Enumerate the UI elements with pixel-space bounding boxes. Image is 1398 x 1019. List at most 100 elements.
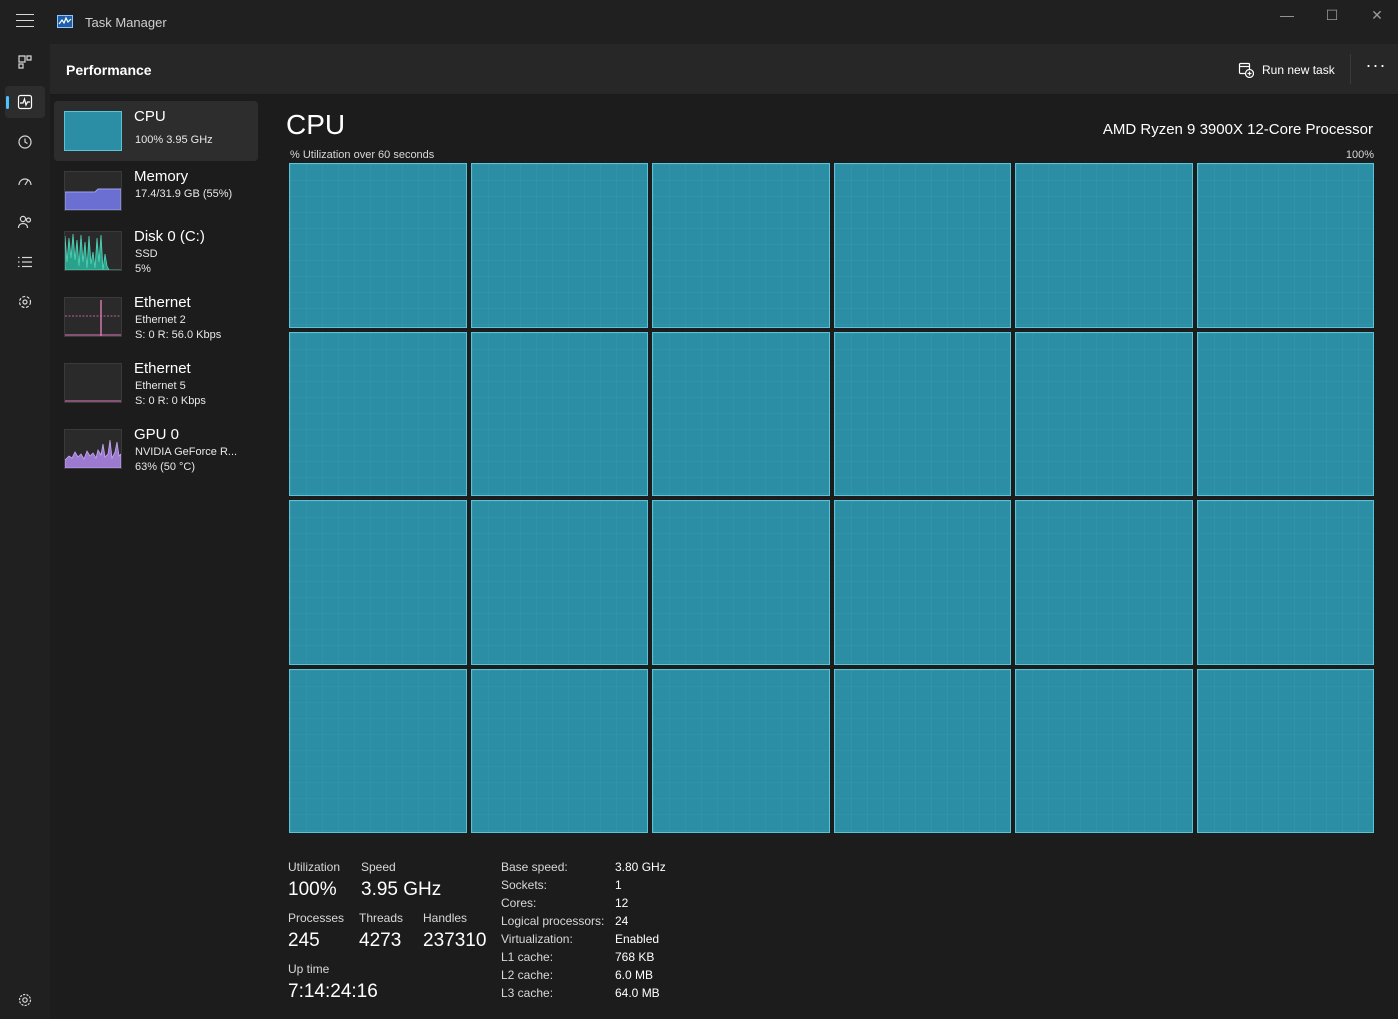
spec-label: L2 cache: bbox=[501, 968, 554, 982]
performance-icon bbox=[17, 94, 33, 110]
spec-label: Virtualization: bbox=[501, 932, 573, 946]
spec-label: Base speed: bbox=[501, 860, 568, 874]
nav-performance[interactable] bbox=[5, 86, 45, 118]
sidebar-item-disk[interactable]: Disk 0 (C:) SSD 5% bbox=[54, 221, 258, 281]
logical-processor-graph bbox=[652, 331, 830, 496]
header-divider bbox=[1350, 54, 1351, 84]
nav-app-history[interactable] bbox=[5, 126, 45, 158]
logical-processor-graph bbox=[833, 500, 1011, 665]
close-button[interactable]: ✕ bbox=[1362, 6, 1392, 24]
handles-label: Handles bbox=[423, 911, 468, 925]
logical-processor-graph bbox=[1196, 163, 1374, 328]
sidebar-item-title: Ethernet bbox=[134, 294, 191, 311]
sidebar-item-detail: 5% bbox=[135, 263, 151, 275]
spec-value: 64.0 MB bbox=[615, 986, 660, 1000]
utilization-value: 100% bbox=[288, 879, 337, 900]
window-title: Task Manager bbox=[85, 15, 167, 30]
spec-value: 768 KB bbox=[615, 950, 655, 964]
speed-label: Speed bbox=[361, 860, 396, 874]
processor-name: AMD Ryzen 9 3900X 12-Core Processor bbox=[1102, 121, 1373, 138]
sidebar-item-detail: 17.4/31.9 GB (55%) bbox=[135, 188, 233, 200]
logical-processor-graph bbox=[470, 163, 648, 328]
run-new-task-button[interactable]: Run new task bbox=[1238, 59, 1335, 81]
nav-processes[interactable] bbox=[5, 46, 45, 78]
logical-processor-graph bbox=[289, 668, 467, 833]
logical-processor-graph bbox=[289, 500, 467, 665]
logical-processor-graph bbox=[652, 500, 830, 665]
task-manager-app-icon bbox=[57, 15, 73, 28]
logical-processor-graphs[interactable] bbox=[289, 163, 1374, 833]
sidebar-item-detail: Ethernet 2 bbox=[135, 314, 186, 326]
sidebar-item-title: Ethernet bbox=[134, 360, 191, 377]
sidebar-item-title: CPU bbox=[134, 108, 166, 125]
nav-services[interactable] bbox=[5, 286, 45, 318]
users-icon bbox=[17, 215, 32, 229]
startup-apps-icon bbox=[18, 178, 32, 186]
page-title: Performance bbox=[66, 62, 152, 78]
spec-value: 12 bbox=[615, 896, 629, 910]
logical-processor-graph bbox=[1015, 500, 1193, 665]
menu-icon[interactable] bbox=[16, 14, 34, 28]
graph-max-label: 100% bbox=[1345, 149, 1374, 161]
spec-value: 24 bbox=[615, 914, 629, 928]
sidebar-item-title: GPU 0 bbox=[134, 426, 180, 443]
nav-details[interactable] bbox=[5, 246, 45, 278]
spec-label: Sockets: bbox=[501, 878, 548, 892]
handles-value: 237310 bbox=[423, 930, 487, 951]
sidebar-item-ethernet-5[interactable]: Ethernet Ethernet 5 S: 0 R: 0 Kbps bbox=[54, 353, 258, 413]
sidebar-item-detail: Ethernet 5 bbox=[135, 380, 186, 392]
cpu-detail-panel: CPU AMD Ryzen 9 3900X 12-Core Processor … bbox=[274, 95, 1398, 1019]
logical-processor-graph bbox=[470, 500, 648, 665]
sidebar-item-title: Memory bbox=[134, 168, 189, 185]
minimize-button[interactable]: — bbox=[1272, 6, 1302, 24]
graph-caption: % Utilization over 60 seconds bbox=[290, 149, 435, 161]
performance-sidebar: CPU 100% 3.95 GHz Memory 17.4/31.9 GB (5… bbox=[50, 95, 274, 1019]
nav-rail bbox=[0, 44, 50, 1019]
sidebar-item-gpu[interactable]: GPU 0 NVIDIA GeForce R... 63% (50 °C) bbox=[54, 419, 258, 479]
page-header: Performance Run new task ··· bbox=[50, 44, 1398, 95]
spec-value: 6.0 MB bbox=[615, 968, 654, 982]
logical-processor-graph bbox=[470, 331, 648, 496]
spec-value: Enabled bbox=[615, 932, 660, 946]
details-icon bbox=[18, 256, 32, 268]
spec-value: 3.80 GHz bbox=[615, 860, 666, 874]
services-icon bbox=[18, 295, 32, 309]
logical-processor-graph bbox=[289, 331, 467, 496]
disk-thumbnail-graph bbox=[64, 231, 122, 271]
logical-processor-graph bbox=[833, 668, 1011, 833]
spec-label: L3 cache: bbox=[501, 986, 554, 1000]
cpu-thumbnail-graph bbox=[64, 111, 122, 151]
sidebar-item-detail: SSD bbox=[135, 248, 158, 260]
sidebar-item-ethernet-2[interactable]: Ethernet Ethernet 2 S: 0 R: 56.0 Kbps bbox=[54, 287, 258, 347]
nav-settings[interactable] bbox=[5, 984, 45, 1016]
logical-processor-graph bbox=[652, 668, 830, 833]
logical-processor-graph bbox=[289, 163, 467, 328]
threads-label: Threads bbox=[359, 911, 404, 925]
app-history-icon bbox=[18, 135, 32, 149]
maximize-button[interactable]: ☐ bbox=[1317, 6, 1347, 24]
logical-processor-graph bbox=[1196, 331, 1374, 496]
sidebar-item-title: Disk 0 (C:) bbox=[134, 228, 205, 245]
uptime-value: 7:14:24:16 bbox=[288, 981, 378, 1002]
logical-processor-graph bbox=[1196, 668, 1374, 833]
logical-processor-graph bbox=[1015, 163, 1193, 328]
panel-title: CPU bbox=[286, 109, 346, 140]
ethernet-5-thumbnail-graph bbox=[64, 363, 122, 403]
sidebar-item-memory[interactable]: Memory 17.4/31.9 GB (55%) bbox=[54, 161, 258, 221]
logical-processor-graph bbox=[1015, 668, 1193, 833]
speed-value: 3.95 GHz bbox=[361, 879, 442, 900]
sidebar-item-cpu[interactable]: CPU 100% 3.95 GHz bbox=[54, 101, 258, 161]
processes-label: Processes bbox=[288, 911, 345, 925]
logical-processor-graph bbox=[833, 331, 1011, 496]
nav-users[interactable] bbox=[5, 206, 45, 238]
spec-label: L1 cache: bbox=[501, 950, 554, 964]
sidebar-item-detail: 100% 3.95 GHz bbox=[135, 134, 213, 146]
gpu-thumbnail-graph bbox=[64, 429, 122, 469]
uptime-label: Up time bbox=[288, 962, 330, 976]
utilization-label: Utilization bbox=[288, 860, 341, 874]
sidebar-item-detail: NVIDIA GeForce R... bbox=[135, 446, 238, 458]
ethernet-2-thumbnail-graph bbox=[64, 297, 122, 337]
nav-startup-apps[interactable] bbox=[5, 166, 45, 198]
more-options-button[interactable]: ··· bbox=[1362, 54, 1390, 82]
spec-value: 1 bbox=[615, 878, 622, 892]
